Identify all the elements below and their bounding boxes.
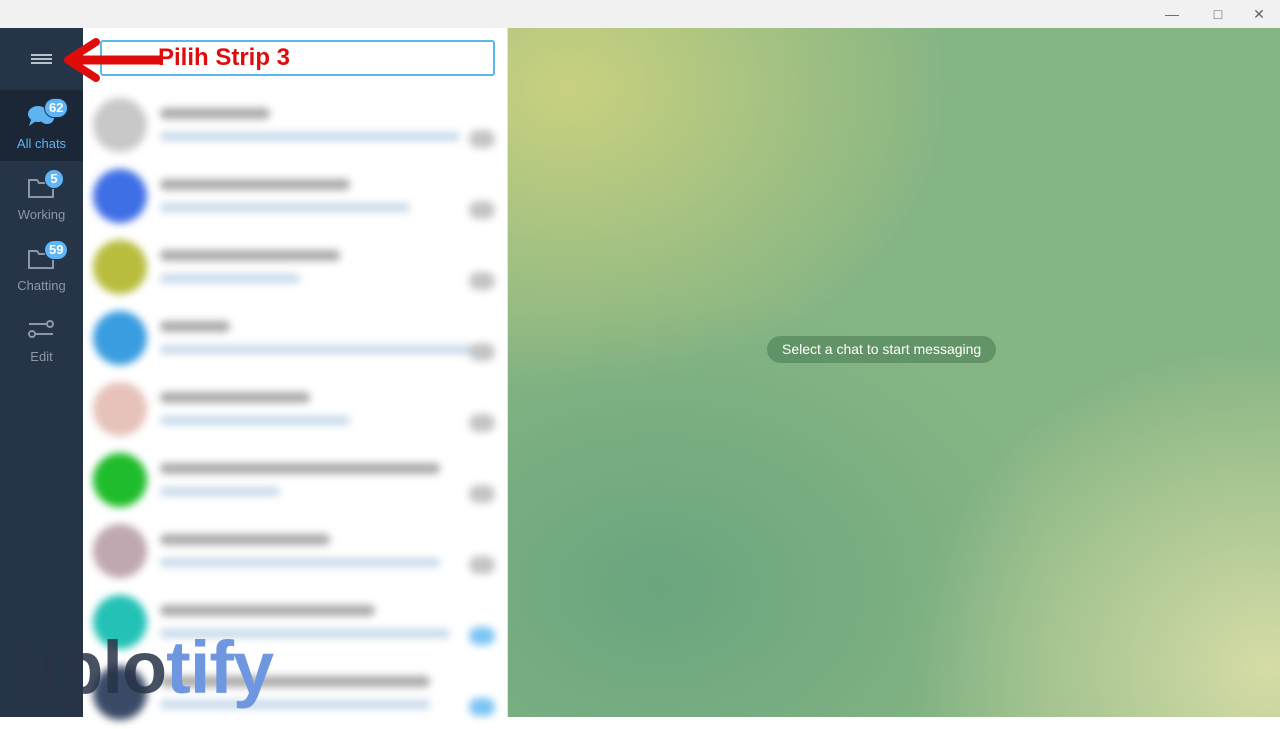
chat-title-blurred (160, 534, 330, 545)
unread-badge: 5 (44, 169, 64, 189)
chat-preview-blurred (160, 345, 490, 354)
avatar (93, 453, 147, 507)
chat-title-blurred (160, 321, 230, 332)
chat-preview-blurred (160, 274, 300, 283)
chat-list-item[interactable] (88, 232, 503, 303)
maximize-icon[interactable]: □ (1203, 4, 1233, 24)
avatar (93, 98, 147, 152)
chat-preview-blurred (160, 416, 350, 425)
folder-label: Edit (30, 349, 53, 364)
folder-chatting[interactable]: 59 Chatting (0, 232, 83, 303)
title-bar: — □ ✕ (0, 0, 1280, 28)
unread-count-blurred (469, 698, 495, 716)
unread-count-blurred (469, 130, 495, 148)
chat-title-blurred (160, 179, 350, 190)
unread-count-blurred (469, 556, 495, 574)
annotation-label: Pilih Strip 3 (158, 44, 291, 71)
hamburger-icon (31, 52, 52, 66)
avatar (93, 524, 147, 578)
chat-list-item[interactable] (88, 90, 503, 161)
minimize-icon[interactable]: — (1157, 4, 1187, 24)
chat-preview-blurred (160, 203, 410, 212)
folder-label: Working (17, 207, 66, 222)
chat-title-blurred (160, 463, 440, 474)
folder-edit[interactable]: Edit (0, 303, 83, 374)
watermark-logo: uplotify (14, 626, 274, 709)
avatar (93, 169, 147, 223)
avatar (93, 311, 147, 365)
unread-count-blurred (469, 272, 495, 290)
folder-label: Chatting (17, 278, 66, 293)
chat-area: Select a chat to start messaging (508, 28, 1280, 717)
unread-count-blurred (469, 627, 495, 645)
chat-title-blurred (160, 108, 270, 119)
annotation-arrow-icon (64, 38, 160, 82)
chat-list-item[interactable] (88, 303, 503, 374)
chat-preview-blurred (160, 558, 440, 567)
unread-count-blurred (469, 201, 495, 219)
chat-list-item[interactable] (88, 161, 503, 232)
unread-badge: 59 (44, 240, 69, 260)
folder-working[interactable]: 5 Working (0, 161, 83, 232)
chat-preview-blurred (160, 487, 280, 496)
avatar (93, 382, 147, 436)
folder-all-chats[interactable]: 62 All chats (0, 90, 83, 161)
sliders-icon (28, 320, 54, 338)
unread-count-blurred (469, 414, 495, 432)
unread-count-blurred (469, 343, 495, 361)
chat-title-blurred (160, 392, 310, 403)
chat-preview-blurred (160, 132, 460, 141)
unread-count-blurred (469, 485, 495, 503)
chat-list-item[interactable] (88, 445, 503, 516)
chat-title-blurred (160, 250, 340, 261)
empty-chat-message: Select a chat to start messaging (767, 336, 997, 363)
unread-badge: 62 (44, 98, 69, 118)
folder-label: All chats (16, 136, 67, 151)
close-icon[interactable]: ✕ (1244, 4, 1274, 24)
chat-title-blurred (160, 605, 375, 616)
chat-list-item[interactable] (88, 374, 503, 445)
chat-list-panel (83, 28, 508, 720)
folder-sidebar: 62 All chats 5 Working 59 Chatting Edit (0, 28, 83, 717)
avatar (93, 240, 147, 294)
chat-list-item[interactable] (88, 516, 503, 587)
